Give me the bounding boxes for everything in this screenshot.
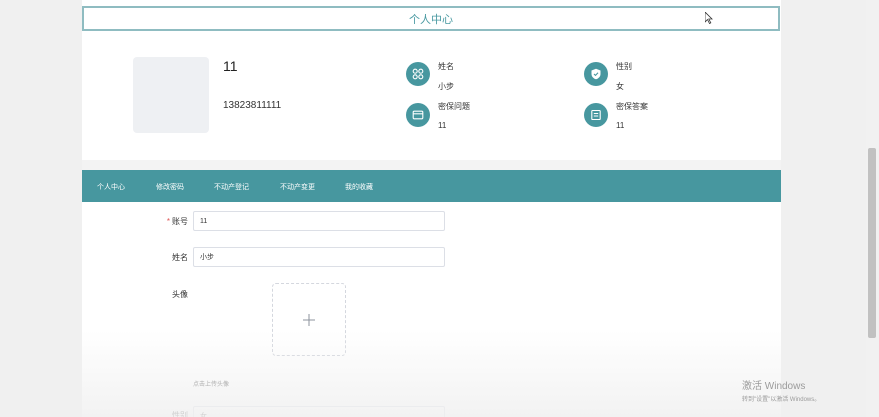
activation-title: 激活 Windows [742, 381, 806, 392]
edit-doc-icon [584, 103, 608, 127]
info-label-question: 密保问题 [438, 102, 470, 111]
page-title: 个人中心 [409, 13, 453, 26]
user-phone: 13823811111 [223, 100, 282, 111]
info-value-question: 11 [438, 121, 447, 130]
info-value-gender: 女 [616, 82, 624, 91]
windows-activation-watermark: 激活 Windows 转到"设置"以激活 Windows。 [742, 377, 820, 403]
upload-hint: 点击上传头像 [193, 382, 230, 388]
info-label-gender: 性别 [616, 62, 632, 71]
page-title-bar: 个人中心 [82, 6, 780, 31]
section-divider [82, 160, 781, 170]
tab-change-password[interactable]: 修改密码 [156, 182, 184, 192]
grid-icon [406, 62, 430, 86]
avatar-label: 头像 [172, 290, 188, 299]
avatar [133, 57, 209, 133]
plus-icon [303, 313, 315, 326]
info-label-name: 姓名 [438, 62, 454, 71]
account-label: * 账号 [166, 217, 188, 226]
tab-property-registration[interactable]: 不动产登记 [214, 182, 249, 192]
activation-subtitle: 转到"设置"以激活 Windows。 [742, 397, 821, 403]
gender-select[interactable]: 女 [193, 406, 445, 417]
shield-icon [584, 62, 608, 86]
account-input[interactable]: 11 [193, 211, 445, 231]
name-input[interactable]: 小步 [193, 247, 445, 267]
avatar-upload-button[interactable] [272, 283, 346, 356]
name-label: 姓名 [172, 253, 188, 262]
card-icon [406, 103, 430, 127]
scrollbar-thumb[interactable] [868, 148, 876, 338]
info-label-answer: 密保答案 [616, 102, 648, 111]
info-value-name: 小步 [438, 82, 454, 91]
tab-personal-center[interactable]: 个人中心 [97, 182, 125, 192]
gender-label: 性别 [172, 411, 188, 417]
mouse-cursor-icon [705, 12, 713, 24]
tab-property-change[interactable]: 不动产变更 [280, 182, 315, 192]
tab-my-favorites[interactable]: 我的收藏 [345, 182, 373, 192]
info-value-answer: 11 [616, 121, 625, 130]
profile-nav-bar [82, 170, 781, 202]
user-name: 11 [223, 58, 238, 74]
